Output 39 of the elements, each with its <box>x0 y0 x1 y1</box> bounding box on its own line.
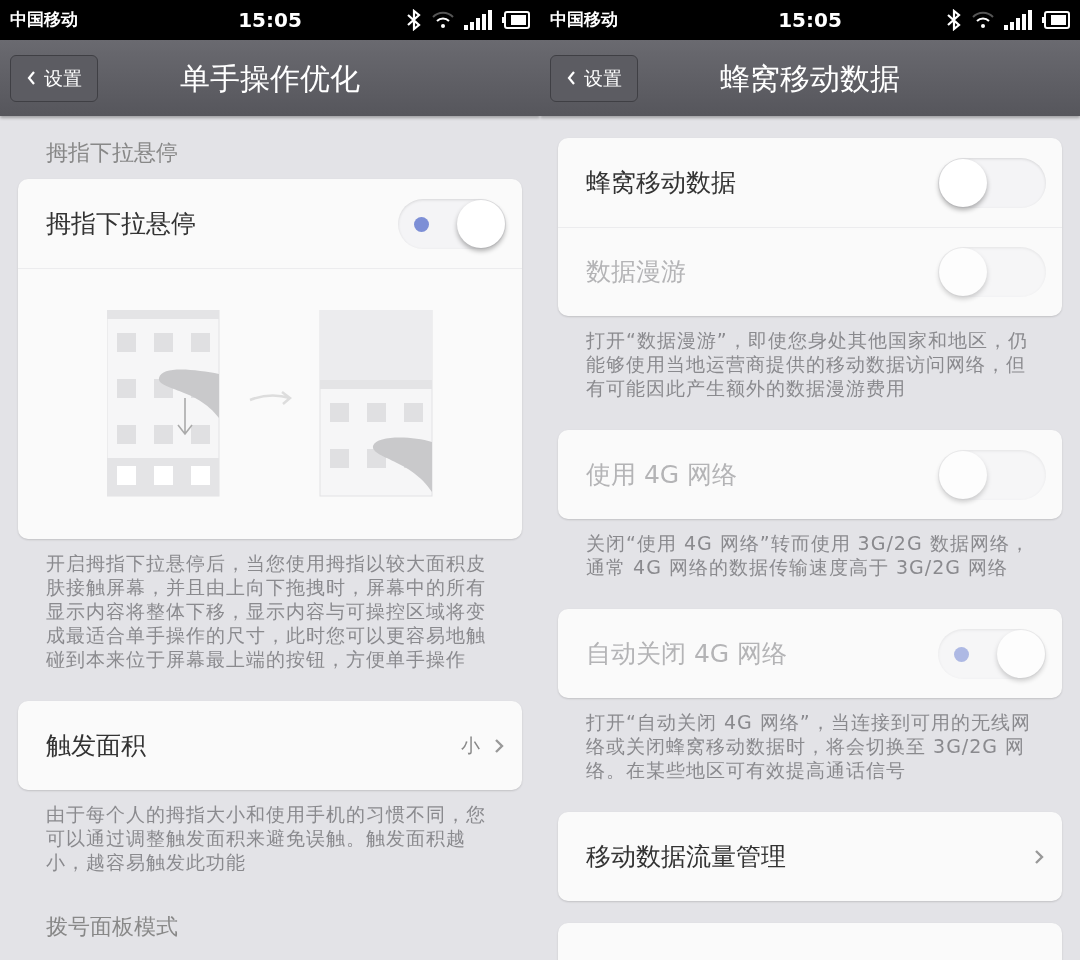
carrier-name: 中国移动 <box>10 8 79 32</box>
chevron-left-icon <box>26 71 36 85</box>
clock-time: 15:05 <box>238 7 302 34</box>
section-header: 拨号面板模式 <box>46 914 178 939</box>
description-text: 打开“自动关闭 4G 网络”，当连接到可用的无线网络或关闭蜂窝移动数据时，将会切换至 3G/2G 网络。在某些地区可有效提高通话信号 <box>586 710 1032 782</box>
back-button[interactable]: 设置 <box>550 54 638 102</box>
setting-label: 蜂窝移动数据 <box>586 166 736 199</box>
settings-row[interactable]: 移动数据流量管理 <box>558 812 1062 901</box>
description-text: 开启拇指下拉悬停后，当您使用拇指以较大面积皮肤接触屏幕，并且由上向下拖拽时，屏幕中的所有显示内容将整体下移，显示内容与可操控区域将变成最适合单手操作的尺寸，此时您可以更容易地触碰到本来位于屏幕最上端的按钮，方便单手操作 <box>46 551 487 671</box>
battery-icon <box>1042 11 1070 29</box>
settings-row[interactable]: 触发面积 小 <box>18 701 522 790</box>
bluetooth-icon <box>406 9 422 31</box>
description-text: 关闭“使用 4G 网络”转而使用 3G/2G 数据网络，通常 4G 网络的数据传输速度高于 3G/2G 网络 <box>586 531 1031 579</box>
clock-time: 15:05 <box>778 7 842 34</box>
battery-icon <box>502 11 530 29</box>
signal-icon <box>1004 10 1032 30</box>
bluetooth-icon <box>946 9 962 31</box>
section-header: 拇指下拉悬停 <box>46 140 178 165</box>
setting-label: 移动数据流量管理 <box>586 840 786 873</box>
chevron-right-icon <box>494 737 504 754</box>
wifi-icon <box>972 11 994 29</box>
chevron-right-icon <box>1034 848 1044 865</box>
wifi-icon <box>432 11 454 29</box>
signal-icon <box>464 10 492 30</box>
setting-label: 自动关闭 4G 网络 <box>586 637 788 670</box>
description-text: 打开“数据漫游”，即使您身处其他国家和地区，仍能够使用当地运营商提供的移动数据访问网络，但有可能因此产生额外的数据漫游费用 <box>586 328 1029 400</box>
toggle-switch[interactable] <box>938 157 1046 208</box>
carrier-name: 中国移动 <box>550 8 619 32</box>
setting-label: 数据漫游 <box>586 256 686 289</box>
back-button[interactable]: 设置 <box>10 54 98 102</box>
description-text: 由于每个人的拇指大小和使用手机的习惯不同，您可以通过调整触发面积来避免误触。触发面积越小，越容易触发此功能 <box>46 802 487 874</box>
setting-value: 小 <box>461 733 480 759</box>
chevron-left-icon <box>566 71 576 85</box>
setting-label: 触发面积 <box>46 729 146 762</box>
setting-label: 使用 4G 网络 <box>586 458 738 491</box>
setting-label: 拇指下拉悬停 <box>46 207 196 240</box>
screen-title: 单手操作优化 <box>180 59 360 98</box>
screen-title: 蜂窝移动数据 <box>720 59 900 98</box>
toggle-switch[interactable] <box>398 198 506 249</box>
